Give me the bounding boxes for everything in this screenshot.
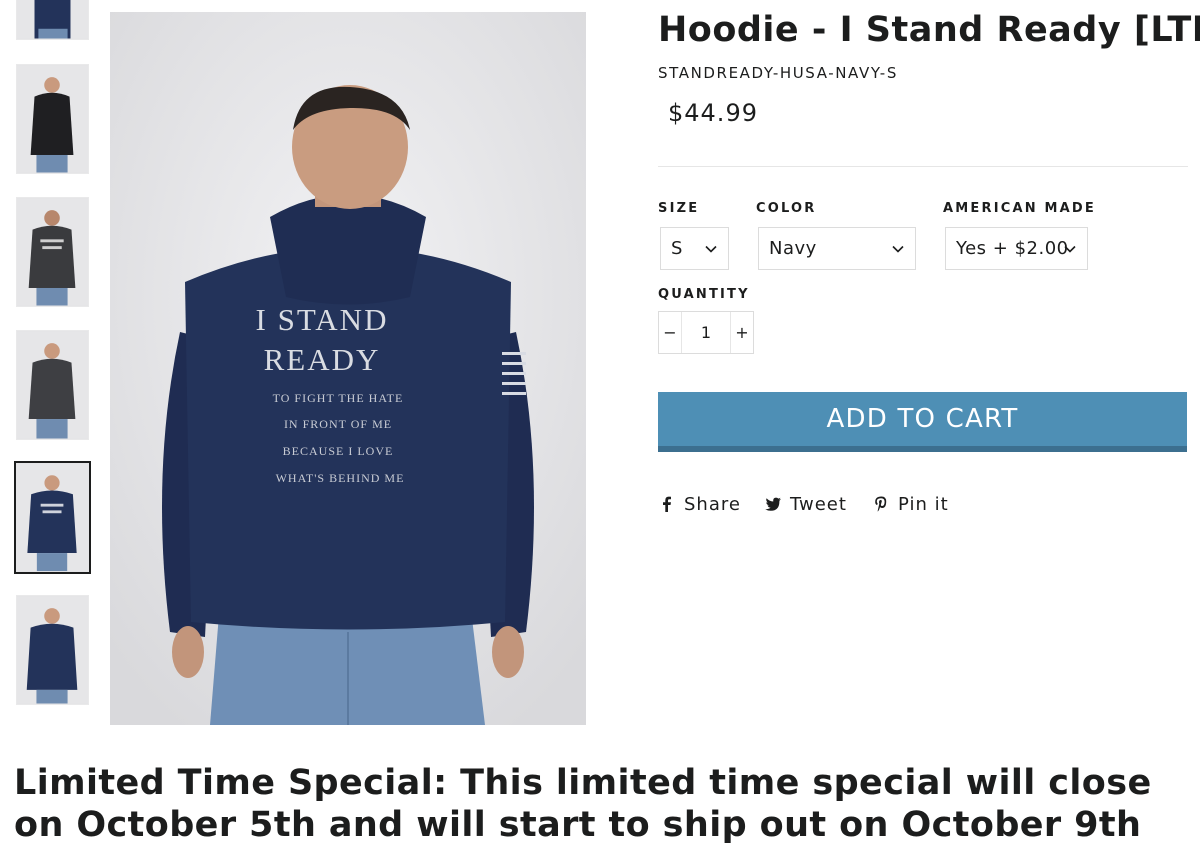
thumbnail-5-active[interactable] [14,461,91,574]
thumbnail-1[interactable] [16,0,89,40]
tweet-link[interactable]: Tweet [764,493,847,515]
thumbnail-4[interactable] [16,330,89,440]
main-product-image[interactable]: I STAND READY TO FIGHT THE HATE IN FRONT… [110,12,586,725]
print-line-3: TO FIGHT THE HATE [273,391,404,405]
thumbnail-3[interactable] [16,197,89,307]
quantity-minus-button[interactable]: − [659,312,681,353]
thumbnail-2[interactable] [16,64,89,174]
twitter-icon [765,497,781,511]
print-line-4: IN FRONT OF ME [284,417,392,431]
divider [658,166,1188,167]
quantity-stepper: − 1 + [658,311,754,354]
quantity-plus-button[interactable]: + [731,312,753,353]
american-made-select[interactable]: Yes + $2.00 [945,227,1088,270]
print-line-1: I STAND [256,302,389,337]
size-select[interactable]: S [660,227,729,270]
share-facebook-link[interactable]: Share [658,493,741,515]
add-to-cart-button[interactable]: ADD TO CART [658,392,1187,452]
chevron-down-icon [1064,245,1076,253]
limited-time-special-text: Limited Time Special: This limited time … [14,763,1152,845]
product-sku: STANDREADY-HUSA-NAVY-S [658,64,898,82]
pinterest-icon [875,496,887,512]
american-made-label: AMERICAN MADE [943,201,1097,216]
tweet-label: Tweet [790,493,847,515]
product-price: $44.99 [668,99,758,127]
pin-it-label: Pin it [898,493,949,515]
print-line-6: WHAT'S BEHIND ME [276,471,405,485]
color-select[interactable]: Navy [758,227,916,270]
print-line-5: BECAUSE I LOVE [283,444,394,458]
product-title: Hoodie - I Stand Ready [LTD] [658,10,1200,50]
size-select-value: S [671,238,683,259]
size-label: SIZE [658,201,700,216]
print-line-2: READY [264,342,381,377]
american-made-select-value: Yes + $2.00 [956,238,1069,259]
facebook-icon [663,496,671,512]
color-label: COLOR [756,201,817,216]
color-select-value: Navy [769,238,817,259]
thumbnail-6[interactable] [16,595,89,705]
chevron-down-icon [705,245,717,253]
pin-it-link[interactable]: Pin it [872,493,949,515]
chevron-down-icon [892,245,904,253]
quantity-label: QUANTITY [658,287,750,302]
share-label: Share [684,493,741,515]
quantity-input[interactable]: 1 [681,312,731,353]
